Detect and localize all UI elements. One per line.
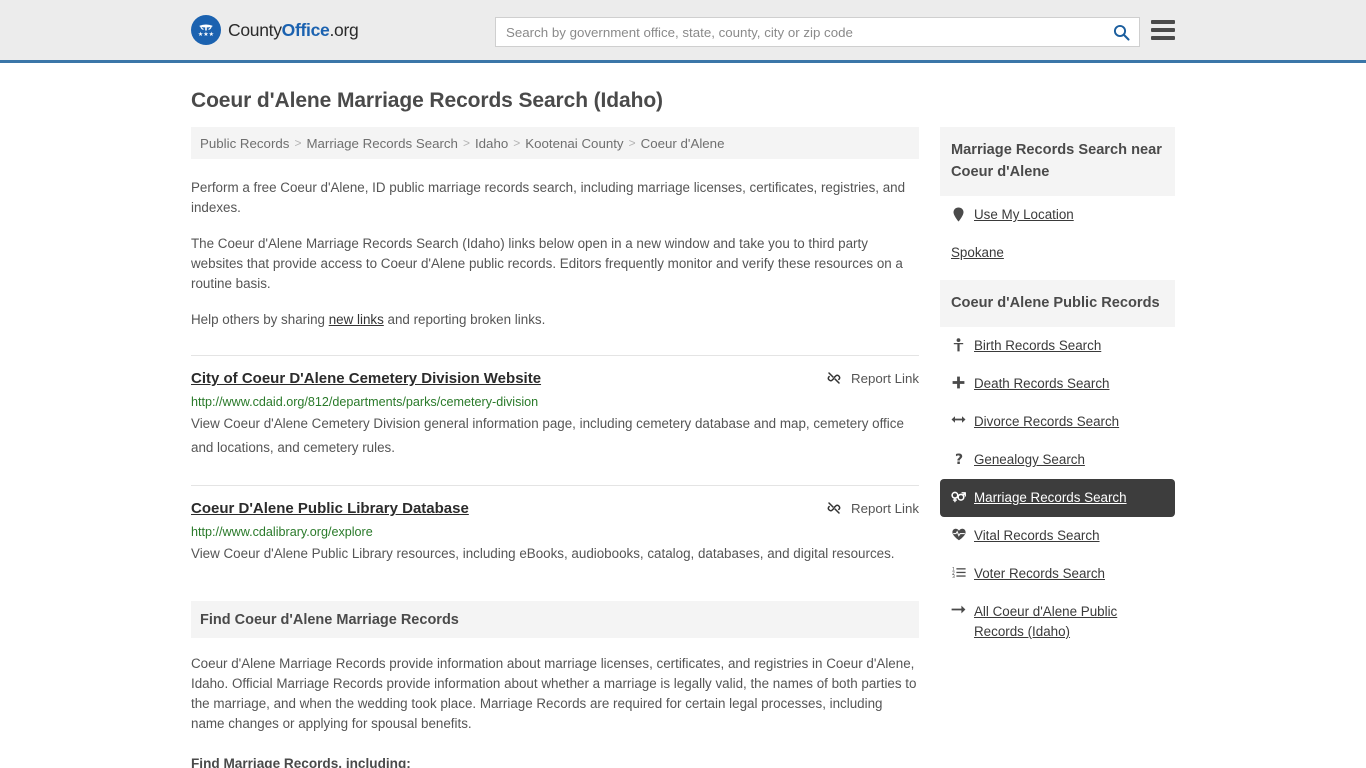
page-title: Coeur d'Alene Marriage Records Search (I… [191,89,663,112]
sidebar-item-label: Voter Records Search [974,566,1105,581]
breadcrumb-separator-icon: > [294,136,302,150]
logo-text-org: .org [329,19,359,40]
find-records-subheading: Find Marriage Records, including: [191,756,411,768]
report-link-button[interactable]: Report Link [826,499,919,516]
find-records-body: Coeur d'Alene Marriage Records provide i… [191,654,919,768]
breadcrumb-separator-icon: > [462,136,470,150]
listing-title-link[interactable]: City of Coeur D'Alene Cemetery Division … [191,369,541,388]
sidebar-item-all-public-records[interactable]: All Coeur d'Alene Public Records (Idaho) [940,593,1175,651]
listing-description: View Coeur d'Alene Public Library resour… [191,546,895,561]
sidebar-item-label: Vital Records Search [974,528,1100,543]
find-records-paragraph: Coeur d'Alene Marriage Records provide i… [191,656,917,731]
svg-text:?: ? [954,452,962,466]
sidebar-near-list: Use My Location Spokane [940,196,1175,272]
sidebar-item-voter-records-search[interactable]: 1 2 3 Voter Records Search [940,555,1175,593]
content-row: Public Records > Marriage Records Search… [191,127,1175,768]
sidebar-item-label: Spokane [951,245,1004,260]
sidebar-records-heading: Coeur d'Alene Public Records [940,280,1175,327]
listing-url[interactable]: http://www.cdalibrary.org/explore [191,524,919,540]
hamburger-bar [1151,20,1175,24]
sidebar-item-birth-records-search[interactable]: Birth Records Search [940,327,1175,365]
heartbeat-icon [951,526,966,541]
intro-paragraph-3: Help others by sharing new links and rep… [191,310,919,330]
logo-text-county: County [228,19,282,40]
sidebar-item-label: Death Records Search [974,376,1110,391]
breadcrumb-separator-icon: > [628,136,636,150]
report-link-label: Report Link [851,500,919,516]
svg-text:3: 3 [952,574,955,578]
sidebar-item-use-my-location[interactable]: Use My Location [940,196,1175,234]
cross-plus-icon [951,374,966,389]
ordered-list-icon: 1 2 3 [951,564,966,578]
sidebar-item-death-records-search[interactable]: Death Records Search [940,365,1175,403]
global-search-bar[interactable] [495,17,1140,47]
search-input[interactable] [496,18,1109,46]
main-column: Public Records > Marriage Records Search… [191,127,919,768]
breadcrumb: Public Records > Marriage Records Search… [191,127,919,159]
breadcrumb-separator-icon: > [513,136,521,150]
sidebar: Marriage Records Search near Coeur d'Ale… [940,127,1175,659]
result-listing: City of Coeur D'Alene Cemetery Division … [191,355,919,460]
intro-paragraph-2: The Coeur d'Alene Marriage Records Searc… [191,236,903,291]
countyoffice-eagle-seal-icon: ★★★ [191,15,221,45]
sidebar-item-label: All Coeur d'Alene Public Records (Idaho) [974,604,1118,639]
result-listing: Coeur D'Alene Public Library Database Re… [191,485,919,566]
breadcrumb-item-coeur-dalene[interactable]: Coeur d'Alene [641,136,725,151]
breadcrumb-item-idaho[interactable]: Idaho [475,136,508,151]
baby-icon [951,336,966,352]
listing-header: Coeur D'Alene Public Library Database Re… [191,499,919,518]
listing-header: City of Coeur D'Alene Cemetery Division … [191,369,919,388]
intro-text: Perform a free Coeur d'Alene, ID public … [191,178,919,330]
sidebar-panel-public-records: Coeur d'Alene Public Records Birth Recor… [940,280,1175,651]
broken-link-icon [826,370,842,386]
sidebar-item-genealogy-search[interactable]: ? Genealogy Search [940,441,1175,479]
listing-title-link[interactable]: Coeur D'Alene Public Library Database [191,499,469,518]
arrows-left-right-icon [951,412,966,425]
breadcrumb-item-public-records[interactable]: Public Records [200,136,289,151]
listing-description: View Coeur d'Alene Cemetery Division gen… [191,416,904,455]
breadcrumb-item-kootenai-county[interactable]: Kootenai County [525,136,623,151]
share-text-before: Help others by sharing [191,312,329,327]
new-links-link[interactable]: new links [329,312,384,327]
search-button[interactable] [1109,24,1139,41]
listing-url[interactable]: http://www.cdaid.org/812/departments/par… [191,394,919,410]
hamburger-bar [1151,28,1175,32]
sidebar-item-label: Birth Records Search [974,338,1102,353]
find-records-heading: Find Coeur d'Alene Marriage Records [191,601,919,638]
map-pin-icon [951,205,966,222]
sidebar-item-marriage-records-search[interactable]: Marriage Records Search [940,479,1175,517]
sidebar-panel-near: Marriage Records Search near Coeur d'Ale… [940,127,1175,272]
hamburger-menu-icon[interactable] [1151,20,1175,40]
page-container: Coeur d'Alene Marriage Records Search (I… [0,89,1366,768]
question-mark-icon: ? [951,450,966,466]
report-link-button[interactable]: Report Link [826,369,919,386]
hamburger-bar [1151,36,1175,40]
share-text-after: and reporting broken links. [383,312,546,327]
breadcrumb-item-marriage-records-search[interactable]: Marriage Records Search [306,136,458,151]
arrow-right-icon [951,602,966,615]
sidebar-item-divorce-records-search[interactable]: Divorce Records Search [940,403,1175,441]
sidebar-item-vital-records-search[interactable]: Vital Records Search [940,517,1175,555]
report-link-label: Report Link [851,370,919,386]
logo-text-office: Office [281,19,330,40]
intro-paragraph-1: Perform a free Coeur d'Alene, ID public … [191,180,906,215]
sidebar-records-list: Birth Records Search Death Records Searc… [940,327,1175,651]
site-logo[interactable]: ★★★ CountyOffice.org [191,15,359,45]
find-records-section: Find Coeur d'Alene Marriage Records Coeu… [191,601,919,768]
sidebar-item-label: Use My Location [974,207,1074,222]
svg-text:★★★: ★★★ [198,31,214,38]
sidebar-item-label: Divorce Records Search [974,414,1120,429]
broken-link-icon [826,500,842,516]
sidebar-near-heading: Marriage Records Search near Coeur d'Ale… [940,127,1175,196]
sidebar-item-label: Genealogy Search [974,452,1085,467]
venus-mars-icon [951,488,966,503]
search-icon [1113,24,1130,41]
sidebar-item-label: Marriage Records Search [974,490,1127,505]
sidebar-item-spokane[interactable]: Spokane [940,234,1175,272]
logo-wordmark: CountyOffice.org [228,19,359,41]
site-header: ★★★ CountyOffice.org [0,0,1366,63]
